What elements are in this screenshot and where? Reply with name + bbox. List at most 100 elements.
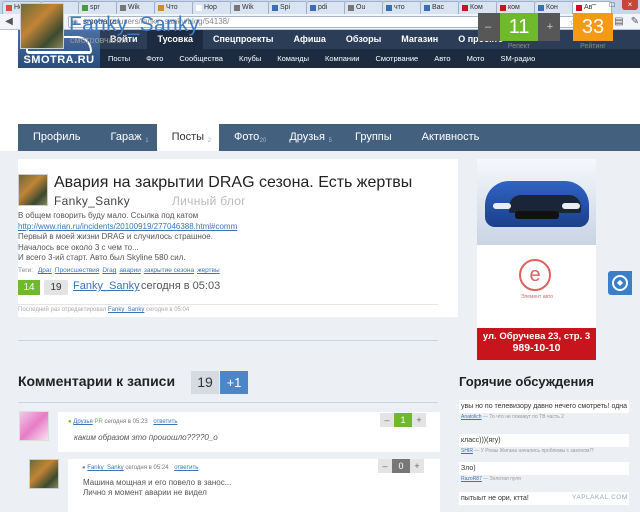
profile-tab-label: Гараж bbox=[110, 131, 142, 143]
post-author[interactable]: Fanky_Sanky bbox=[54, 194, 130, 208]
sub-nav-item[interactable]: Посты bbox=[100, 49, 138, 68]
hot-discussion-item[interactable]: Зло) RazoR87 — Золотая пуля bbox=[459, 462, 629, 483]
post-vote-up[interactable]: 14 bbox=[18, 280, 40, 295]
browser-tab[interactable]: Ou bbox=[344, 1, 384, 14]
comment-text-line: Машина мощная и его повело в занос... bbox=[83, 478, 232, 487]
tag-link[interactable]: Происшествия bbox=[55, 267, 99, 274]
maximize-button[interactable]: □ bbox=[604, 0, 620, 10]
post-tags: Теги: Драг Происшествия Drag аварии закрытие… bbox=[18, 267, 223, 274]
reputation-label: Репект bbox=[507, 43, 531, 50]
tag-link[interactable]: аварии bbox=[119, 267, 141, 274]
browser-tab[interactable]: Wik bbox=[230, 1, 270, 14]
post-body: В общем говорить буду мало. Ссылка под к… bbox=[18, 211, 278, 264]
main-nav-item[interactable]: Магазин bbox=[391, 30, 448, 49]
reputation-plus-button[interactable]: + bbox=[540, 13, 560, 41]
profile-username[interactable]: Fanky_Sanky bbox=[69, 13, 200, 37]
tab-label: Вас bbox=[432, 4, 445, 11]
hot-discussion-topic: — Золотая пуля bbox=[483, 476, 521, 482]
comment-time: сегодня в 05:24 bbox=[125, 465, 169, 471]
browser-tab[interactable]: pdi bbox=[306, 1, 346, 14]
profile-tab-label: Профиль bbox=[33, 131, 81, 143]
comment-vote-minus[interactable]: – bbox=[380, 413, 394, 427]
tag-link[interactable]: Драг bbox=[38, 267, 52, 274]
comment-user[interactable]: Fanky_Sanky bbox=[87, 465, 123, 471]
comment-user[interactable]: Друзья bbox=[73, 419, 92, 425]
edited-user-link[interactable]: Fanky_Sanky bbox=[108, 307, 144, 313]
edited-time: сегодня в 05:04 bbox=[146, 307, 190, 313]
hot-discussion-item[interactable]: класс)))(ягу) SHIR — У Ромы Жигана начали… bbox=[459, 434, 629, 455]
sub-nav-item[interactable]: Мото bbox=[459, 49, 493, 68]
profile-tab[interactable]: Профиль bbox=[18, 124, 96, 151]
back-icon[interactable]: ◀ bbox=[4, 16, 14, 27]
sub-nav-item[interactable]: Команды bbox=[269, 49, 317, 68]
tab-favicon-icon bbox=[158, 5, 164, 11]
tag-link[interactable]: жертвы bbox=[197, 267, 220, 274]
hot-discussions-title: Горячие обсуждения bbox=[459, 374, 594, 389]
post-author-avatar[interactable] bbox=[18, 174, 48, 206]
comment-avatar[interactable] bbox=[19, 411, 49, 441]
post-title: Авария на закрытии DRAG сезона. Есть жер… bbox=[54, 174, 413, 191]
sub-nav-item[interactable]: SM-радио bbox=[492, 49, 543, 68]
ad-contact[interactable]: ул. Обручева 23, стр. 3 989-10-10 bbox=[477, 328, 596, 360]
profile-tab[interactable]: Фото 20 bbox=[219, 124, 274, 151]
comment-reply-link[interactable]: ответить bbox=[174, 465, 198, 471]
page-menu-icon[interactable]: ▤ bbox=[614, 16, 624, 27]
comment-vote-minus[interactable]: – bbox=[378, 459, 392, 473]
browser-tab[interactable]: Spi bbox=[268, 1, 308, 14]
comment-avatar[interactable] bbox=[29, 459, 59, 489]
user-avatar[interactable] bbox=[20, 3, 64, 49]
reputation-value: 11 bbox=[500, 13, 538, 41]
profile-tab[interactable]: Активность bbox=[407, 124, 495, 151]
hot-discussion-user[interactable]: Anatolich bbox=[461, 414, 482, 420]
share-icon: ◆ bbox=[612, 275, 628, 291]
ad-address: ул. Обручева 23, стр. 3 bbox=[482, 331, 591, 342]
minimize-button[interactable]: – bbox=[586, 0, 602, 10]
tag-link[interactable]: Drag bbox=[102, 267, 116, 274]
main-nav-item[interactable]: Спецпроекты bbox=[203, 30, 284, 49]
browser-tab-bar: НовоеWiksprWikЧтоНорWikSpipdiOuчтоВасКом… bbox=[0, 0, 640, 14]
car-headlight-right bbox=[562, 203, 580, 209]
hot-discussion-item[interactable]: увы но по телевизору давно нечего смотре… bbox=[459, 400, 629, 421]
sub-nav-item[interactable]: Сообщества bbox=[171, 49, 231, 68]
reputation-minus-button[interactable]: – bbox=[478, 13, 498, 41]
post-user-link[interactable]: Fanky_Sanky bbox=[73, 280, 140, 292]
main-nav-item[interactable]: Обзоры bbox=[336, 30, 391, 49]
profile-tab[interactable]: Посты 2 bbox=[156, 124, 220, 151]
profile-tab-label: Группы bbox=[355, 131, 392, 143]
car-headlight-left bbox=[493, 203, 511, 209]
sub-nav-item[interactable]: Авто bbox=[426, 49, 458, 68]
profile-tab[interactable]: Группы bbox=[340, 124, 407, 151]
window-controls: – □ × bbox=[586, 0, 638, 10]
profile-tab[interactable]: Друзья 5 bbox=[274, 124, 340, 151]
rating-label: Рейтинг bbox=[580, 43, 606, 50]
sub-nav-item[interactable]: Смотрвание bbox=[367, 49, 426, 68]
post-body-line: Первый в моей жизни DRAG и случилось стр… bbox=[18, 232, 213, 241]
settings-wrench-icon[interactable]: ✎ bbox=[630, 16, 640, 27]
hot-discussion-text: увы но по телевизору давно нечего смотре… bbox=[459, 400, 629, 413]
tab-favicon-icon bbox=[538, 5, 544, 11]
comment-add-button[interactable]: +1 bbox=[220, 371, 248, 394]
sub-nav-item[interactable]: Фото bbox=[138, 49, 171, 68]
ad-car-image bbox=[477, 159, 596, 245]
comment-text: Машина мощная и его повело в занос... Ли… bbox=[83, 478, 231, 498]
ad-brand-logo: e bbox=[519, 259, 551, 291]
post-body-link[interactable]: http://www.rian.ru/incidents/20100919/27… bbox=[18, 222, 278, 233]
comment-vote-plus[interactable]: + bbox=[412, 413, 426, 427]
side-share-widget[interactable]: ◆ bbox=[608, 271, 632, 295]
sub-nav-item[interactable]: Компании bbox=[317, 49, 367, 68]
tag-link[interactable]: закрытие сезона bbox=[144, 267, 194, 274]
comment-text: каким образом это проиошло????0_о bbox=[74, 433, 218, 442]
main-nav-item[interactable]: Афиша bbox=[283, 30, 335, 49]
browser-tab[interactable]: Вас bbox=[420, 1, 460, 14]
hot-discussion-user[interactable]: RazoR87 bbox=[461, 476, 482, 482]
hot-discussion-text: класс)))(ягу) bbox=[459, 434, 629, 447]
comment-vote-plus[interactable]: + bbox=[410, 459, 424, 473]
profile-bar bbox=[0, 68, 640, 124]
browser-tab[interactable]: что bbox=[382, 1, 422, 14]
sub-nav-item[interactable]: Клубы bbox=[231, 49, 269, 68]
close-window-button[interactable]: × bbox=[622, 0, 638, 10]
tab-favicon-icon bbox=[424, 5, 430, 11]
profile-tab[interactable]: Гараж 1 bbox=[96, 124, 157, 151]
comment-reply-link[interactable]: ответить bbox=[153, 419, 177, 425]
hot-discussion-user[interactable]: SHIR bbox=[461, 448, 473, 454]
